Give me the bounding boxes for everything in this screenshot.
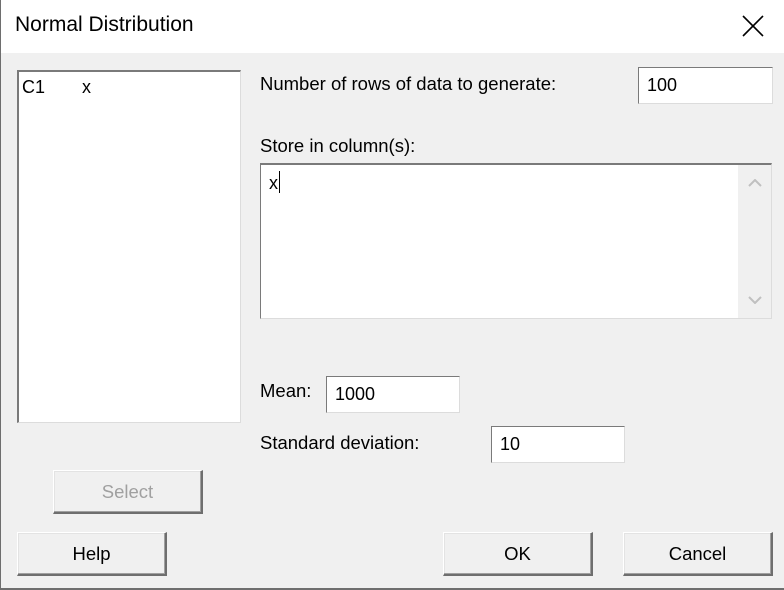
normal-distribution-dialog: Normal Distribution C1 x Number of rows … <box>0 0 784 590</box>
chevron-down-icon <box>747 296 762 304</box>
column-id: C1 <box>22 77 46 97</box>
mean-label: Mean: <box>260 380 312 401</box>
scroll-down-button[interactable] <box>738 286 771 314</box>
cancel-button[interactable]: Cancel <box>623 532 773 576</box>
text-caret <box>279 171 280 193</box>
column-listbox[interactable]: C1 x <box>17 70 241 423</box>
chevron-up-icon <box>747 179 762 187</box>
scroll-up-button[interactable] <box>738 169 771 197</box>
help-button[interactable]: Help <box>17 532 167 576</box>
ok-button[interactable]: OK <box>443 532 593 576</box>
store-label: Store in column(s): <box>260 135 416 156</box>
store-scrollbar[interactable] <box>738 165 771 318</box>
close-button[interactable] <box>731 8 775 44</box>
rows-input[interactable] <box>638 67 773 104</box>
rows-label: Number of rows of data to generate: <box>260 73 557 94</box>
title-bar: Normal Distribution <box>1 0 784 53</box>
dialog-title: Normal Distribution <box>15 13 194 36</box>
store-columns-input[interactable]: x <box>260 163 772 319</box>
list-item[interactable]: C1 x <box>22 77 91 98</box>
std-label: Standard deviation: <box>260 432 420 453</box>
mean-input[interactable] <box>326 376 460 413</box>
std-input[interactable] <box>491 426 625 463</box>
column-name: x <box>82 77 91 97</box>
store-columns-value: x <box>269 173 278 193</box>
close-icon <box>742 15 764 37</box>
select-button[interactable]: Select <box>53 470 203 514</box>
